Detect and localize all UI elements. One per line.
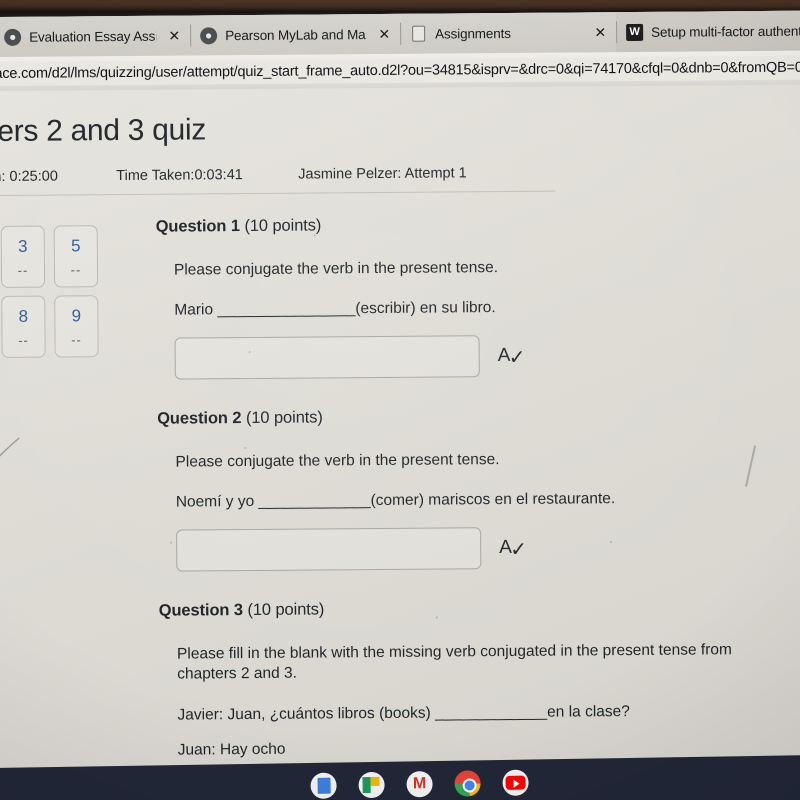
- question-nav-item-5[interactable]: 5 --: [53, 225, 99, 288]
- spellcheck-icon[interactable]: A ✓: [498, 345, 526, 369]
- close-icon[interactable]: ✕: [378, 25, 390, 42]
- spellcheck-icon[interactable]: A ✓: [499, 537, 527, 561]
- close-icon[interactable]: ✕: [594, 24, 606, 41]
- dust-speck: [170, 541, 173, 544]
- question-1-prompt: Please conjugate the verb in the present…: [173, 259, 499, 279]
- page-title: oters 2 and 3 quiz: [0, 113, 207, 149]
- quiz-time-length: gth: 0:25:00: [0, 168, 58, 186]
- browser-tab-title: Assignments: [435, 25, 511, 42]
- browser-tab-pearson-mylab[interactable]: ● Pearson MyLab and Masterin ✕: [189, 13, 401, 56]
- question-3-sentence: Javier: Juan, ¿cuántos libros (books) __…: [177, 702, 630, 724]
- question-1-label: Question 1: [155, 217, 240, 236]
- question-2-heading: Question 2 (10 points): [157, 405, 797, 429]
- quiz-page: oters 2 and 3 quiz gth: 0:25:00 Time Tak…: [0, 84, 800, 777]
- question-nav-item-3[interactable]: 3 --: [0, 225, 46, 288]
- question-3-points: (10 points): [247, 600, 325, 619]
- word-icon: W: [626, 23, 644, 41]
- question-1-answer-input[interactable]: [174, 335, 480, 380]
- dust-speck: [313, 234, 316, 237]
- document-icon: [410, 25, 427, 42]
- question-1-answer-row: A ✓: [174, 333, 797, 380]
- question-nav-status: --: [71, 331, 82, 347]
- quiz-attempt-user: Jasmine Pelzer: Attempt 1: [298, 165, 467, 183]
- question-2-points: (10 points): [245, 408, 323, 427]
- question-nav-status: --: [70, 261, 82, 277]
- question-3: Question 3 (10 points) Please fill in th…: [159, 597, 800, 760]
- question-3-heading: Question 3 (10 points): [159, 597, 799, 621]
- google-docs-icon[interactable]: [310, 772, 337, 799]
- desk-surface: [0, 0, 800, 11]
- browser-tab-title: Evaluation Essay Assignmen: [29, 28, 157, 45]
- question-1-sentence: Mario ________________(escribir) en su l…: [174, 299, 496, 320]
- question-nav-status: --: [18, 332, 29, 348]
- quiz-meta-bar: gth: 0:25:00 Time Taken:0:03:41 Jasmine …: [0, 165, 541, 185]
- question-2-prompt: Please conjugate the verb in the present…: [175, 450, 500, 471]
- browser-tab-setup-mfa[interactable]: W Setup multi-factor authentica: [615, 10, 800, 53]
- browser-tab-evaluation-essay[interactable]: ● Evaluation Essay Assignmen ✕: [0, 15, 191, 57]
- question-2-answer-row: A ✓: [176, 525, 798, 572]
- photographed-laptop-screen: ● Evaluation Essay Assignmen ✕ ● Pearson…: [0, 0, 800, 800]
- chrome-icon[interactable]: [454, 770, 481, 797]
- dust-speck: [244, 447, 247, 450]
- gmail-icon[interactable]: M: [406, 771, 433, 798]
- pen-mark-artifact: [0, 437, 20, 525]
- divider: [0, 190, 556, 196]
- google-slides-icon[interactable]: [358, 771, 385, 799]
- browser-tab-title: Pearson MyLab and Masterin: [225, 26, 367, 43]
- youtube-icon[interactable]: [502, 769, 529, 796]
- question-2-answer-input[interactable]: [176, 527, 482, 572]
- globe-icon: ●: [4, 28, 22, 46]
- question-nav-number: 5: [70, 235, 81, 255]
- question-nav-item-9[interactable]: 9 --: [54, 295, 99, 358]
- question-2: Question 2 (10 points) Please conjugate …: [157, 405, 798, 572]
- quiz-time-taken: Time Taken:0:03:41: [116, 167, 243, 185]
- address-bar[interactable]: ace.com/d2l/lms/quizzing/user/attempt/qu…: [0, 55, 800, 86]
- question-navigation-grid: 2 -- 3 -- 5 -- 6 -- 8 --: [0, 225, 109, 358]
- question-1: Question 1 (10 points) Please conjugate …: [156, 213, 797, 380]
- globe-icon: ●: [200, 26, 218, 44]
- question-nav-item-8[interactable]: 8 --: [1, 295, 46, 358]
- dust-speck: [610, 541, 613, 544]
- question-nav-number: 3: [17, 236, 28, 256]
- question-nav-number: 8: [18, 306, 29, 326]
- question-1-points: (10 points): [244, 216, 322, 236]
- browser-tab-strip: ● Evaluation Essay Assignmen ✕ ● Pearson…: [0, 10, 800, 57]
- question-2-label: Question 2: [157, 408, 242, 428]
- question-nav-number: 9: [71, 305, 82, 325]
- browser-window: ● Evaluation Essay Assignmen ✕ ● Pearson…: [0, 10, 800, 777]
- question-2-sentence: Noemí y yo _____________(comer) mariscos…: [175, 490, 616, 511]
- close-icon[interactable]: ✕: [168, 27, 180, 44]
- quiz-question-list: Question 1 (10 points) Please conjugate …: [156, 213, 800, 777]
- question-nav-status: --: [17, 262, 29, 278]
- question-1-heading: Question 1 (10 points): [156, 213, 796, 237]
- dust-speck: [248, 350, 251, 354]
- browser-tab-title: Setup multi-factor authentica: [651, 23, 800, 40]
- browser-tab-assignments[interactable]: Assignments ✕: [399, 12, 617, 54]
- question-3-prompt: Please fill in the blank with the missin…: [176, 641, 732, 683]
- question-3-label: Question 3: [158, 600, 244, 620]
- dust-speck: [435, 616, 438, 619]
